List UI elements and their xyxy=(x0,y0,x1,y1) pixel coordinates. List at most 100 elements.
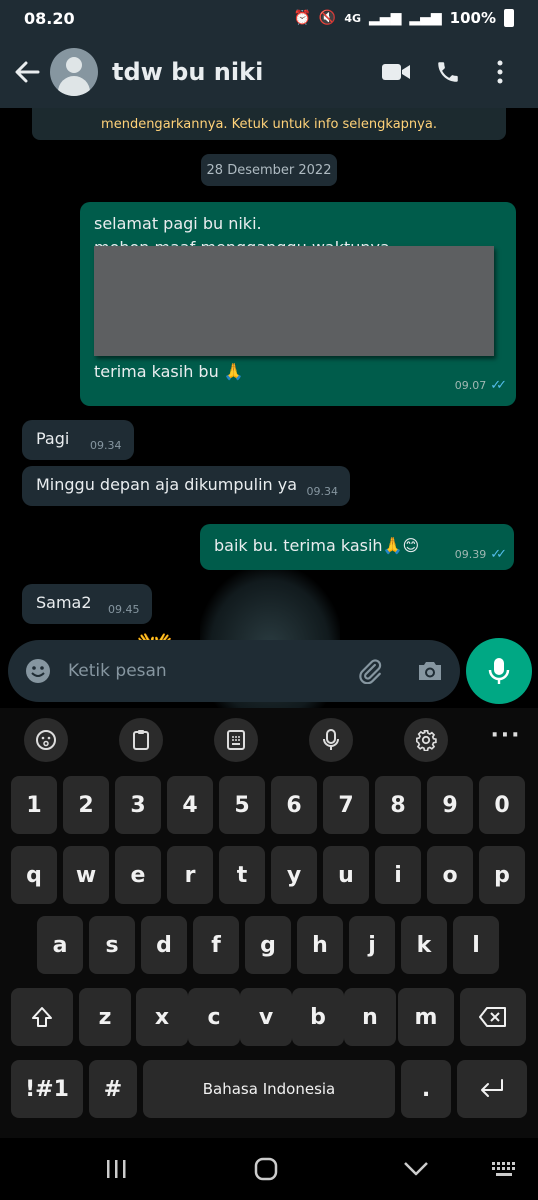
keyboard-switch-icon[interactable] xyxy=(484,1154,524,1184)
recent-apps-icon[interactable] xyxy=(96,1154,136,1184)
clipboard-icon[interactable] xyxy=(119,718,163,762)
mute-icon: 🔇 xyxy=(318,10,337,26)
message-bubble-outgoing[interactable]: selamat pagi bu niki. mohon maaf menggan… xyxy=(80,202,516,406)
keyboard: ··· 1 2 3 4 5 6 7 8 9 0 q w e r t y u i … xyxy=(0,708,538,1138)
date-chip: 28 Desember 2022 xyxy=(201,154,337,186)
key-g[interactable]: g xyxy=(245,916,291,974)
key-0[interactable]: 0 xyxy=(479,776,525,834)
navigation-bar xyxy=(0,1138,538,1200)
message-text: Sama2 xyxy=(36,593,92,612)
camera-icon[interactable] xyxy=(414,655,446,687)
message-bubble-incoming[interactable]: Pagi 09.34 xyxy=(22,420,134,460)
key-u[interactable]: u xyxy=(323,846,369,904)
message-bubble-incoming[interactable]: Sama2 09.45 xyxy=(22,584,152,624)
space-bar[interactable]: Bahasa Indonesia xyxy=(143,1060,395,1118)
key-b[interactable]: b xyxy=(292,988,344,1046)
key-q[interactable]: q xyxy=(11,846,57,904)
more-options-icon[interactable]: ··· xyxy=(486,725,526,754)
voice-input-icon[interactable] xyxy=(309,718,353,762)
message-bubble-incoming[interactable]: Minggu depan aja dikumpulin ya 09.34 xyxy=(22,466,350,506)
message-text: Pagi xyxy=(36,429,70,448)
hash-key[interactable]: # xyxy=(89,1060,137,1118)
home-icon[interactable] xyxy=(246,1154,286,1184)
key-k[interactable]: k xyxy=(401,916,447,974)
numpad-icon[interactable] xyxy=(214,718,258,762)
keyboard-emoji-icon[interactable] xyxy=(24,718,68,762)
key-y[interactable]: y xyxy=(271,846,317,904)
key-8[interactable]: 8 xyxy=(375,776,421,834)
enter-icon xyxy=(481,1079,503,1097)
key-5[interactable]: 5 xyxy=(219,776,265,834)
key-9[interactable]: 9 xyxy=(427,776,473,834)
message-time: 09.34 xyxy=(306,485,339,498)
message-meta: 09.07 ✓✓ xyxy=(454,374,507,398)
period-key[interactable]: . xyxy=(401,1060,451,1118)
voice-call-icon[interactable] xyxy=(422,52,474,92)
key-l[interactable]: l xyxy=(453,916,499,974)
key-j[interactable]: j xyxy=(349,916,395,974)
key-i[interactable]: i xyxy=(375,846,421,904)
key-e[interactable]: e xyxy=(115,846,161,904)
key-w[interactable]: w xyxy=(63,846,109,904)
key-h[interactable]: h xyxy=(297,916,343,974)
key-o[interactable]: o xyxy=(427,846,473,904)
key-1[interactable]: 1 xyxy=(11,776,57,834)
network-type: 4G xyxy=(344,11,362,25)
microphone-icon xyxy=(488,658,510,684)
message-meta: 09.45 xyxy=(108,603,140,616)
message-time: 09.45 xyxy=(108,603,140,616)
back-arrow-icon[interactable] xyxy=(12,57,42,87)
key-3[interactable]: 3 xyxy=(115,776,161,834)
video-call-icon[interactable] xyxy=(370,52,422,92)
status-icons: ⏰ 🔇 4G ▂▄▆ ▂▄▆ 100% xyxy=(293,9,514,27)
battery-icon xyxy=(504,9,514,27)
key-s[interactable]: s xyxy=(89,916,135,974)
key-t[interactable]: t xyxy=(219,846,265,904)
backspace-key[interactable] xyxy=(460,988,526,1046)
key-n[interactable]: n xyxy=(344,988,396,1046)
enter-key[interactable] xyxy=(457,1060,527,1118)
contact-avatar[interactable] xyxy=(50,48,98,96)
key-r[interactable]: r xyxy=(167,846,213,904)
shift-icon xyxy=(32,1007,52,1027)
back-nav-icon[interactable] xyxy=(396,1154,436,1184)
message-time: 09.07 xyxy=(454,379,487,392)
message-time: 09.34 xyxy=(90,439,122,452)
battery-percent: 100% xyxy=(449,9,496,27)
message-text: Minggu depan aja dikumpulin ya xyxy=(36,475,298,494)
system-notice-text: mendengarkannya. Ketuk untuk info seleng… xyxy=(101,117,437,132)
key-f[interactable]: f xyxy=(193,916,239,974)
key-d[interactable]: d xyxy=(141,916,187,974)
message-text: baik bu. terima kasih🙏😊 xyxy=(214,536,420,555)
message-meta: 09.34 xyxy=(90,439,122,452)
more-options-icon[interactable] xyxy=(474,52,526,92)
microphone-button[interactable] xyxy=(466,638,532,704)
shift-key[interactable] xyxy=(11,988,73,1046)
key-c[interactable]: c xyxy=(188,988,240,1046)
signal-icon: ▂▄▆ xyxy=(369,10,402,26)
attach-icon[interactable] xyxy=(354,655,386,687)
message-bubble-outgoing[interactable]: baik bu. terima kasih🙏😊 09.39 ✓✓ xyxy=(200,524,514,570)
key-4[interactable]: 4 xyxy=(167,776,213,834)
read-receipt-icon: ✓✓ xyxy=(490,378,507,393)
key-v[interactable]: v xyxy=(240,988,292,1046)
key-6[interactable]: 6 xyxy=(271,776,317,834)
key-x[interactable]: x xyxy=(136,988,188,1046)
signal-icon-2: ▂▄▆ xyxy=(409,10,442,26)
key-p[interactable]: p xyxy=(479,846,525,904)
key-a[interactable]: a xyxy=(37,916,83,974)
chat-area[interactable]: mendengarkannya. Ketuk untuk info seleng… xyxy=(0,108,538,708)
message-input[interactable] xyxy=(68,661,354,681)
keyboard-settings-icon[interactable] xyxy=(404,718,448,762)
key-m[interactable]: m xyxy=(398,988,454,1046)
message-time: 09.39 xyxy=(454,548,487,561)
alarm-icon: ⏰ xyxy=(293,10,311,26)
system-notice[interactable]: mendengarkannya. Ketuk untuk info seleng… xyxy=(32,108,506,140)
contact-name[interactable]: tdw bu niki xyxy=(112,58,370,86)
key-7[interactable]: 7 xyxy=(323,776,369,834)
symbols-key[interactable]: !#1 xyxy=(11,1060,83,1118)
key-z[interactable]: z xyxy=(79,988,131,1046)
status-bar: 08.20 ⏰ 🔇 4G ▂▄▆ ▂▄▆ 100% xyxy=(0,0,538,36)
key-2[interactable]: 2 xyxy=(63,776,109,834)
emoji-icon[interactable] xyxy=(22,655,54,687)
